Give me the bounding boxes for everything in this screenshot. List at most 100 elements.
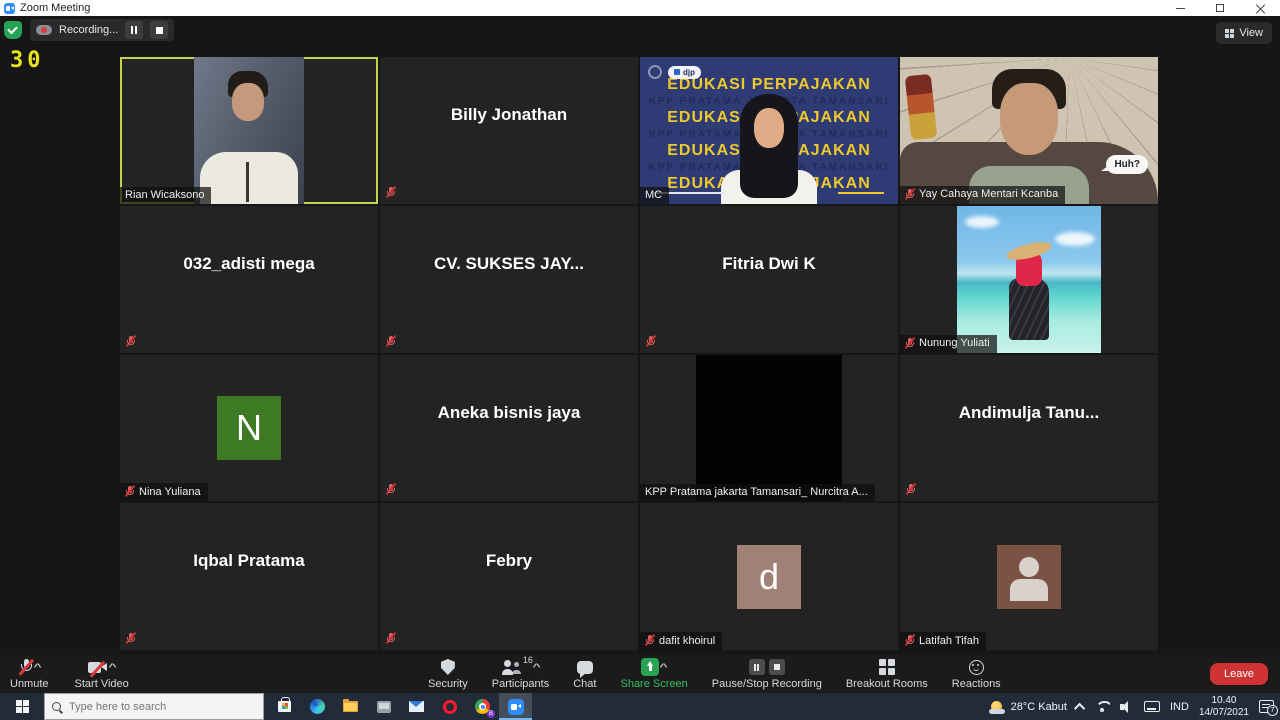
view-button[interactable]: View: [1216, 22, 1272, 44]
shield-icon: [441, 659, 455, 675]
touch-keyboard-icon[interactable]: [1144, 701, 1160, 712]
zoom-toolbar: ^ Unmute ^ Start Video Security 16: [0, 655, 1280, 693]
participant-name-label: Yay Cahaya Mentari Kcanba: [900, 186, 1065, 204]
chevron-up-icon[interactable]: ^: [108, 662, 116, 672]
breakout-rooms-button[interactable]: Breakout Rooms: [846, 658, 928, 690]
tray-clock[interactable]: 10.40 14/07/2021: [1199, 695, 1249, 719]
close-button[interactable]: [1240, 0, 1280, 16]
smiley-icon: [969, 660, 984, 675]
store-icon: [278, 701, 291, 712]
minimize-button[interactable]: [1160, 0, 1200, 16]
muted-mic-icon: [125, 485, 135, 498]
comic-speech-bubble: Huh?: [1106, 155, 1148, 174]
recording-indicator: Recording...: [30, 19, 174, 41]
letter-avatar: d: [737, 545, 801, 609]
security-button[interactable]: Security: [428, 658, 468, 690]
taskbar-store-button[interactable]: [268, 693, 301, 720]
tray-overflow-chevron-icon[interactable]: [1074, 702, 1085, 713]
taskbar-search[interactable]: [44, 693, 264, 720]
recording-status-text: Recording...: [59, 24, 118, 36]
participant-name: Aneka bisnis jaya: [380, 403, 638, 423]
participant-name: Iqbal Pratama: [120, 551, 378, 571]
pause-icon[interactable]: [749, 659, 765, 675]
pause-stop-recording-button[interactable]: Pause/Stop Recording: [712, 658, 822, 690]
stop-recording-button[interactable]: [150, 21, 168, 39]
participant-name-label: Nina Yuliana: [120, 483, 208, 501]
action-center-icon[interactable]: 7: [1259, 700, 1274, 713]
tile-nina-yuliana[interactable]: N Nina Yuliana: [120, 355, 378, 502]
tile-cv-sukses-jaya[interactable]: CV. SUKSES JAY...: [380, 206, 638, 353]
tile-rian-wicaksono[interactable]: Rian Wicaksono: [120, 57, 378, 204]
unmute-button[interactable]: ^ Unmute: [10, 658, 49, 690]
edge-icon: [310, 699, 325, 714]
search-input[interactable]: [69, 701, 249, 713]
opera-icon: [443, 700, 457, 714]
weather-icon: [989, 699, 1005, 715]
windows-logo-icon: [16, 700, 29, 713]
participant-name: CV. SUKSES JAY...: [380, 254, 638, 274]
tile-mc[interactable]: EDUKASI PERPAJAKAN KPP PRATAMA JAKARTA T…: [640, 57, 898, 204]
chat-button[interactable]: Chat: [573, 658, 596, 690]
tile-iqbal-pratama[interactable]: Iqbal Pratama: [120, 503, 378, 650]
window-title: Zoom Meeting: [20, 2, 90, 14]
participant-name-label: MC: [640, 187, 669, 204]
screen-timer-overlay: 30: [10, 48, 45, 73]
taskbar-mail-button[interactable]: [400, 693, 433, 720]
muted-mic-icon: [386, 186, 396, 199]
tile-adisti-mega[interactable]: 032_adisti mega: [120, 206, 378, 353]
start-button[interactable]: [0, 693, 44, 720]
tile-dafit-khoirul[interactable]: d dafit khoirul: [640, 503, 898, 650]
muted-mic-icon: [645, 634, 655, 647]
participant-name: Andimulja Tanu...: [900, 403, 1158, 423]
participants-count-badge: 16: [523, 655, 533, 665]
maximize-button[interactable]: [1200, 0, 1240, 16]
tile-yay-cahaya[interactable]: Huh? Yay Cahaya Mentari Kcanba: [900, 57, 1158, 204]
wifi-icon[interactable]: [1095, 701, 1110, 713]
taskbar-explorer-button[interactable]: [334, 693, 367, 720]
share-screen-button[interactable]: ^ Share Screen: [620, 658, 687, 690]
tile-andimulja-tanu[interactable]: Andimulja Tanu...: [900, 355, 1158, 502]
taskbar-edge-button[interactable]: [301, 693, 334, 720]
muted-mic-icon: [646, 335, 656, 348]
muted-mic-icon: [126, 335, 136, 348]
taskbar-chrome-button[interactable]: B: [466, 693, 499, 720]
nunung-profile-photo: [957, 206, 1101, 353]
tile-latifah-tifah[interactable]: Latifah Tifah: [900, 503, 1158, 650]
camera-off-icon: [88, 661, 108, 674]
participant-name-label: Rian Wicaksono: [120, 187, 211, 204]
tile-fitria-dwi-k[interactable]: Fitria Dwi K: [640, 206, 898, 353]
participant-name-label: Nunung Yuliati: [900, 335, 997, 353]
letter-avatar: N: [217, 396, 281, 460]
folder-icon: [343, 701, 358, 712]
tray-date: 14/07/2021: [1199, 707, 1249, 719]
meeting-security-shield-icon[interactable]: [4, 21, 22, 39]
tile-aneka-bisnis-jaya[interactable]: Aneka bisnis jaya: [380, 355, 638, 502]
pause-recording-button[interactable]: [125, 21, 143, 39]
tile-billy-jonathan[interactable]: Billy Jonathan: [380, 57, 638, 204]
chevron-up-icon[interactable]: ^: [33, 662, 41, 672]
taskbar-remote-app-button[interactable]: [367, 693, 400, 720]
stop-icon[interactable]: [769, 659, 785, 675]
ministry-emblem-icon: [648, 65, 662, 79]
taskbar-opera-button[interactable]: [433, 693, 466, 720]
chevron-up-icon[interactable]: ^: [532, 662, 540, 672]
breakout-grid-icon: [879, 659, 895, 675]
volume-icon[interactable]: [1120, 701, 1134, 713]
tile-nunung-yuliati[interactable]: Nunung Yuliati: [900, 206, 1158, 353]
muted-mic-icon: [906, 483, 916, 496]
reactions-button[interactable]: Reactions: [952, 658, 1001, 690]
muted-mic-icon: [386, 632, 396, 645]
tray-weather[interactable]: 28°C Kabut: [989, 699, 1067, 715]
language-indicator[interactable]: IND: [1170, 701, 1189, 713]
start-video-button[interactable]: ^ Start Video: [75, 658, 129, 690]
leave-button[interactable]: Leave: [1210, 663, 1268, 685]
participants-button[interactable]: 16 ^ Participants: [492, 658, 549, 690]
participant-name-label: KPP Pratama jakarta Tamansari_ Nurcitra …: [640, 484, 875, 501]
zoom-icon: [508, 699, 524, 715]
taskbar-zoom-button[interactable]: [499, 693, 532, 720]
tile-febry[interactable]: Febry: [380, 503, 638, 650]
share-screen-icon: [641, 658, 659, 676]
windows-taskbar: B 28°C Kabut IND 10.40 14/07/2021 7: [0, 693, 1280, 720]
chevron-up-icon[interactable]: ^: [660, 662, 668, 672]
tile-kpp-pratama-nurcitra[interactable]: KPP Pratama jakarta Tamansari_ Nurcitra …: [640, 355, 898, 502]
